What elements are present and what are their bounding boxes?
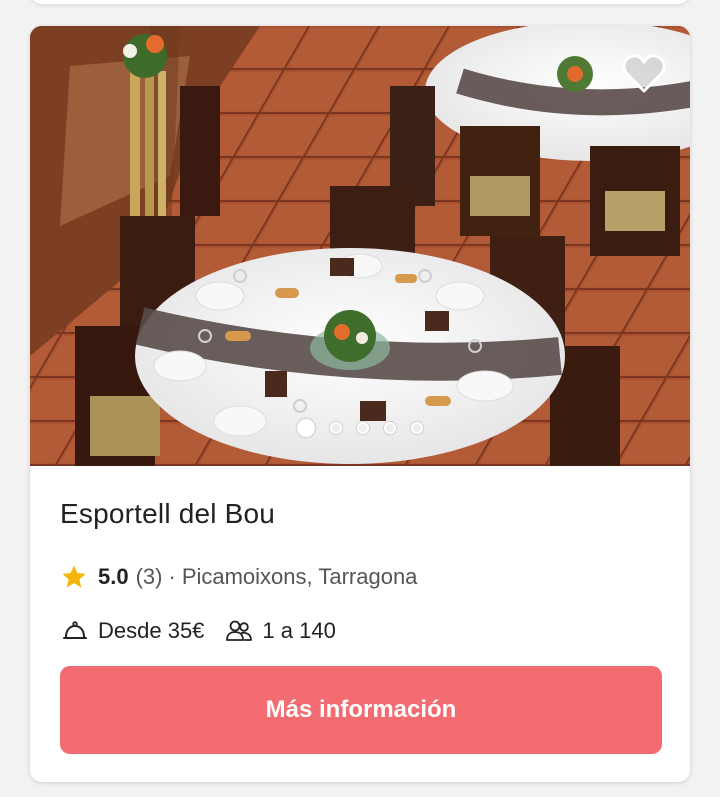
- separator: ·: [168, 564, 176, 589]
- gallery-dot[interactable]: [297, 419, 315, 437]
- gallery-dot[interactable]: [384, 422, 396, 434]
- gallery-dot[interactable]: [357, 422, 369, 434]
- info-row: Desde 35€ 1 a 140: [60, 616, 336, 646]
- review-count: (3): [135, 564, 163, 589]
- gallery-pagination: [30, 417, 690, 439]
- people-icon: [226, 620, 253, 641]
- gallery-dot[interactable]: [411, 422, 423, 434]
- rating-score: 5.0: [98, 564, 129, 589]
- cloche-icon: [63, 621, 87, 639]
- more-info-button[interactable]: Más información: [60, 666, 662, 754]
- capacity-info: 1 a 140: [224, 616, 336, 646]
- venue-location: Picamoixons, Tarragona: [181, 564, 418, 589]
- star-icon: [62, 565, 86, 588]
- price-text: Desde 35€: [98, 618, 205, 643]
- venue-photo-illustration: [30, 26, 690, 466]
- heart-outline-icon: [622, 54, 666, 93]
- venue-title: Esportell del Bou: [60, 498, 276, 529]
- price-info: Desde 35€: [60, 616, 204, 646]
- previous-card-edge: [30, 0, 690, 4]
- venue-card[interactable]: Esportell del Bou 5.0 (3) · Picamoixons,…: [30, 26, 690, 782]
- favorite-button[interactable]: [616, 46, 672, 102]
- capacity-text: 1 a 140: [262, 618, 336, 643]
- venue-photo[interactable]: [30, 26, 690, 466]
- gallery-dot[interactable]: [330, 422, 342, 434]
- rating-row: 5.0 (3) · Picamoixons, Tarragona: [60, 562, 417, 592]
